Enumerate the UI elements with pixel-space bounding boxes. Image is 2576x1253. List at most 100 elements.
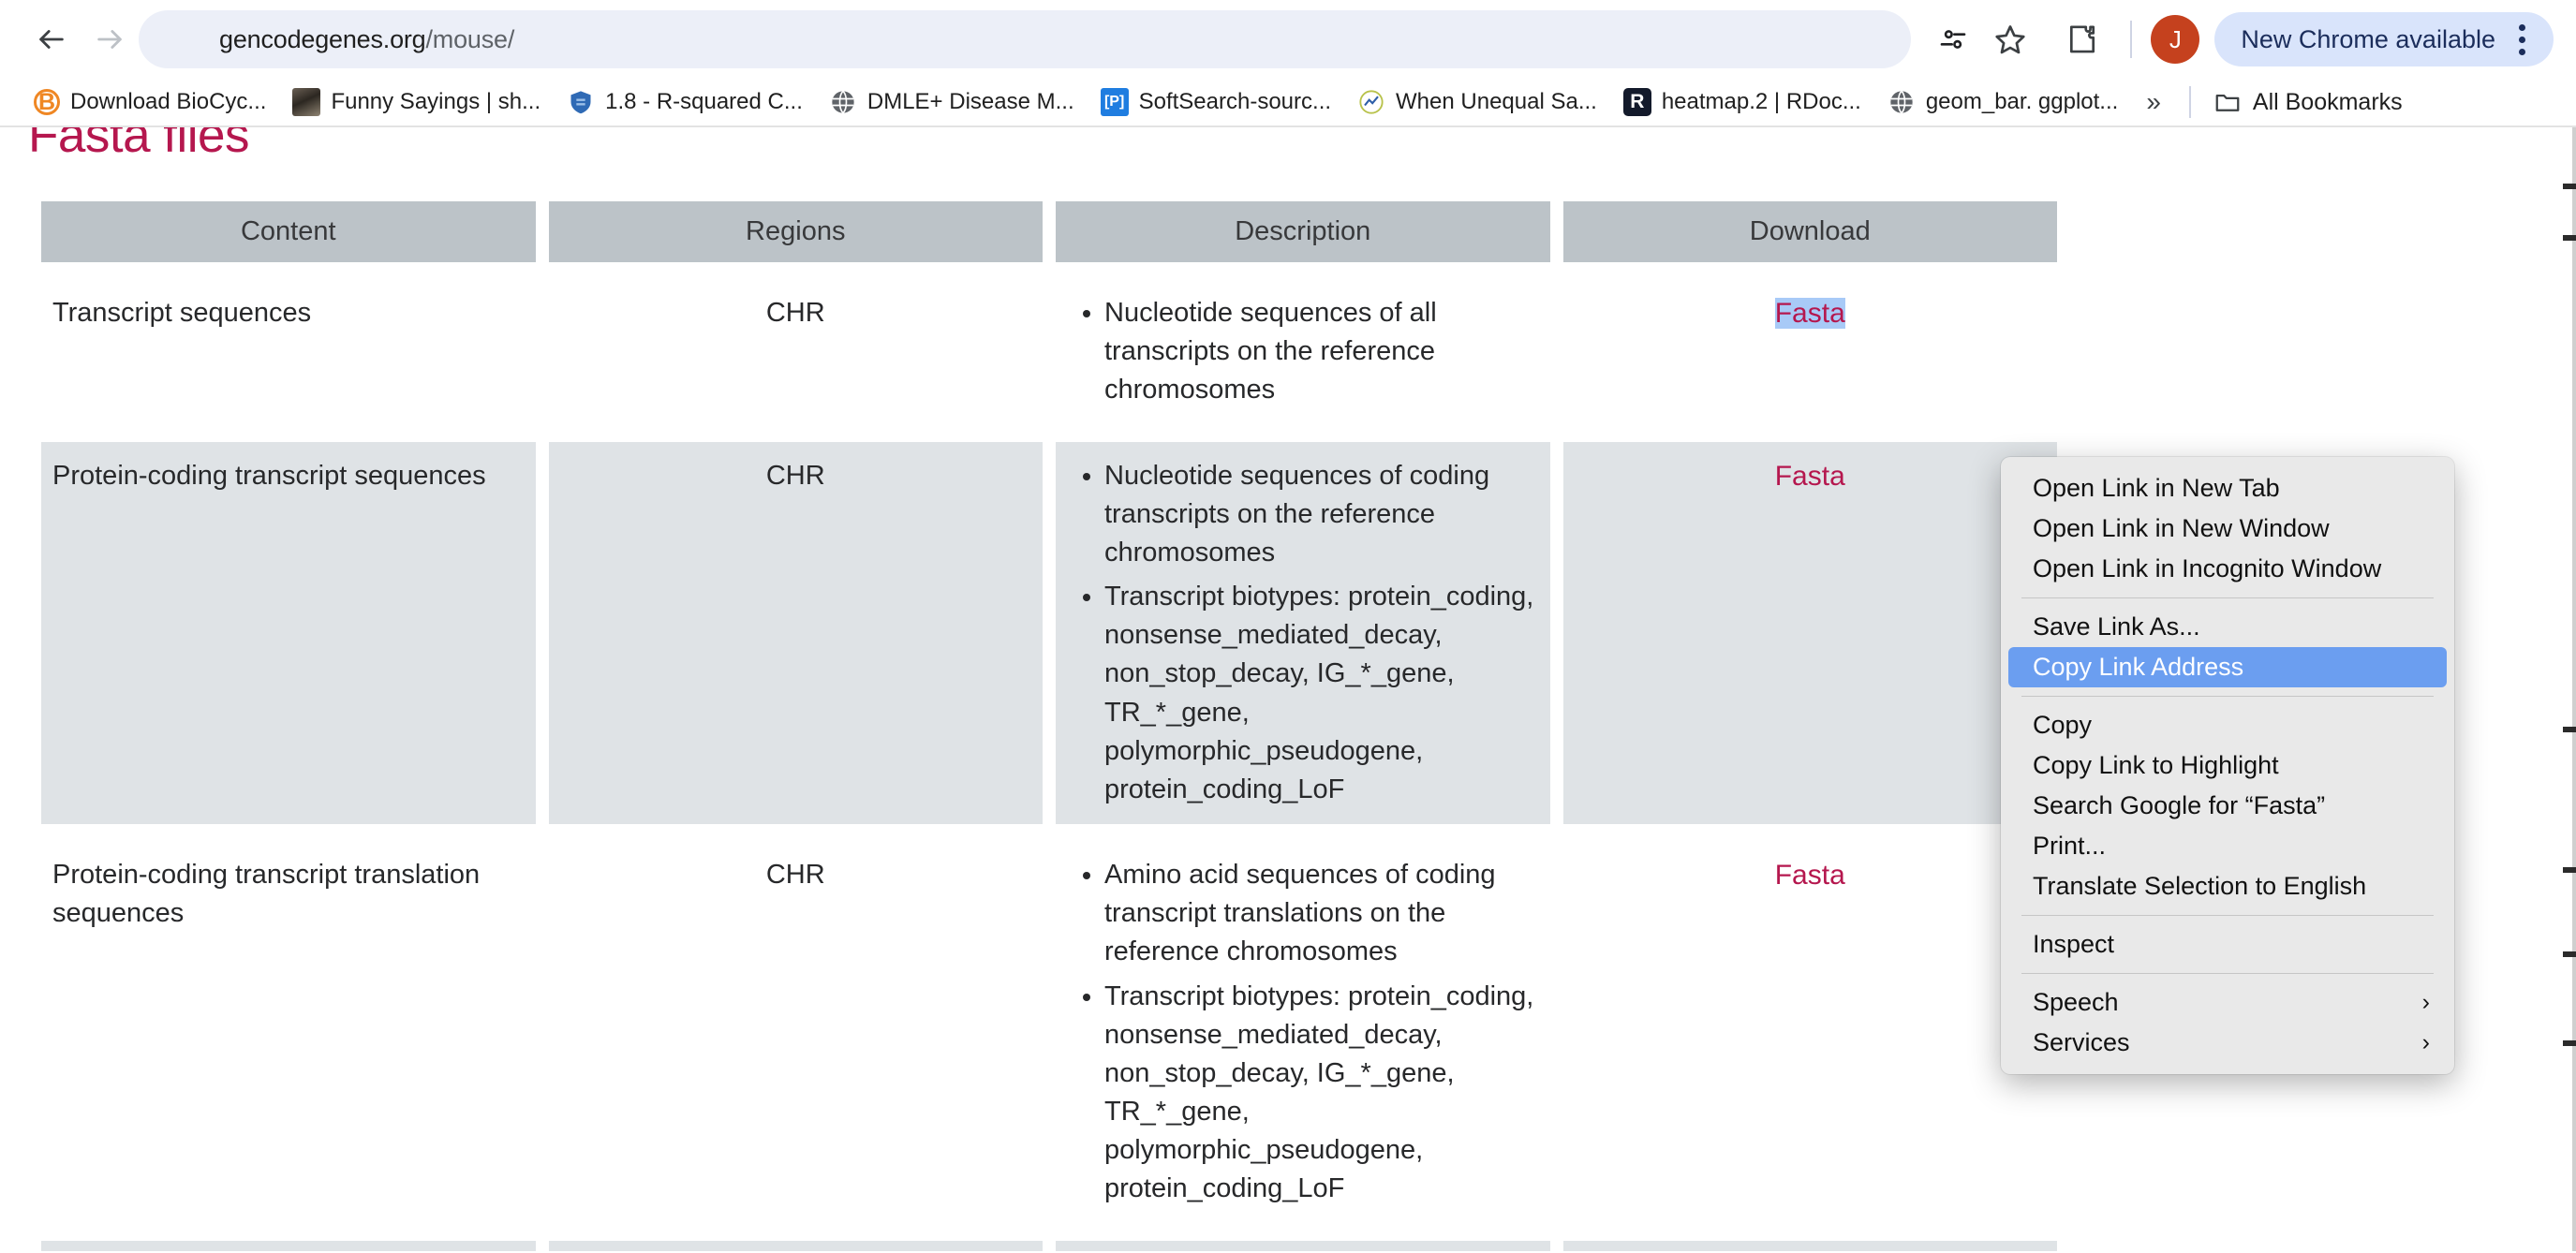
bookmark-label: heatmap.2 | RDoc... [1661,89,1861,114]
cell-regions: CHR [548,441,1043,825]
fasta-files-table: Content Regions Description Download Tra… [28,184,2070,1251]
toolbar-divider [2130,21,2133,58]
cell-description: Nucleotide sequences of coding transcrip… [1056,441,1550,825]
chrome-update-button[interactable]: New Chrome available [2214,12,2554,66]
profile-avatar[interactable]: J [2151,15,2200,64]
bookmark-label: Funny Sayings | sh... [331,89,541,114]
table-row: Transcript sequencesCHR Nucleotide sequen… [41,279,2057,425]
bookmarks-overflow-button[interactable]: » [2131,87,2176,117]
bookmark-star-button[interactable] [1982,11,2038,67]
context-menu-item[interactable]: Translate Selection to English [2008,866,2447,907]
find-match-tick [2563,235,2576,241]
cell-description: Nucleotide sequences of all transcripts … [1056,279,1550,425]
bookmarks-bar: B Download BioCyc... Funny Sayings | sh.… [0,79,2576,127]
back-arrow-icon [39,30,64,49]
context-menu-separator [2021,915,2434,916]
description-bullet: Transcript biotypes: protein_coding, non… [1104,578,1539,809]
cell-download: Fasta [1562,441,2057,825]
context-menu-separator [2021,597,2434,598]
context-menu-item[interactable]: Open Link in Incognito Window [2008,549,2447,589]
context-menu[interactable]: Open Link in New Tab Open Link in New Win… [2001,457,2454,1074]
cell-regions: CHR [548,279,1043,425]
bookmark-item-unequal-sample[interactable]: When Unequal Sa... [1344,84,1610,120]
chrome-menu-button[interactable] [2503,17,2540,62]
download-fasta-link[interactable]: Fasta [1775,860,1845,891]
context-menu-separator [2021,696,2434,697]
column-header-download: Download [1562,201,2057,262]
bookmark-item-softsearch[interactable]: [P] SoftSearch-sourc... [1088,84,1344,120]
shield-icon [567,88,595,116]
description-bullet: Amino acid sequences of coding transcrip… [1104,856,1539,972]
folder-icon [2213,88,2242,116]
bookmark-label: When Unequal Sa... [1396,89,1597,114]
bookmark-item-r-squared[interactable]: 1.8 - R-squared C... [554,84,816,120]
browser-toolbar: gencodegenes.org/mouse/ J New Chrome ava… [0,0,2576,79]
bookmark-item-heatmap2[interactable]: R heatmap.2 | RDoc... [1610,84,1874,120]
context-menu-item[interactable]: Open Link in New Tab [2008,468,2447,509]
table-row: Protein-coding transcript sequencesCHR Nu… [41,441,2057,825]
kebab-dot [2518,48,2525,55]
download-fasta-link[interactable]: Fasta [1775,461,1845,492]
bookmark-label: SoftSearch-sourc... [1138,89,1332,114]
find-match-tick [2563,951,2576,957]
bookmark-label: DMLE+ Disease M... [866,89,1074,114]
cell-content: Protein-coding transcript sequences [41,441,536,825]
description-list: Nucleotide sequences of coding transcrip… [1067,457,1539,810]
all-bookmarks-button[interactable]: All Bookmarks [2204,84,2412,120]
table-header-row: Content Regions Description Download [41,201,2057,262]
cell-description: Nucleotide sequences of long non-coding … [1056,1240,1550,1251]
tune-sliders-icon [1941,30,1966,49]
site-information-button[interactable] [1924,10,1983,68]
globe-icon-glyph [1890,90,1913,114]
find-in-page-scrollbar[interactable] [2563,127,2576,1251]
context-menu-item[interactable]: Save Link As... [2008,607,2447,647]
context-menu-item[interactable]: Copy Link to Highlight [2008,745,2447,786]
download-fasta-link[interactable]: Fasta [1774,298,1845,329]
find-match-tick [2563,184,2576,189]
globe-icon-glyph [832,90,854,114]
cell-content: Long non-coding RNA transcript sequences [41,1240,536,1251]
bookmark-label: 1.8 - R-squared C... [605,89,803,114]
browser-chrome: gencodegenes.org/mouse/ J New Chrome ava… [0,0,2576,127]
biocyc-icon: B [34,89,60,115]
context-menu-item[interactable]: Copy Link Address [2008,647,2447,687]
r-badge-icon: R [1622,88,1651,116]
context-menu-item[interactable]: Inspect [2008,924,2447,965]
table-body: Transcript sequencesCHRNucleotide sequen… [41,279,2057,1251]
context-menu-item-label: Open Link in New Tab [2033,474,2280,502]
address-bar[interactable]: gencodegenes.org/mouse/ [139,10,1912,68]
extensions-button[interactable] [2053,10,2111,68]
forward-button[interactable] [81,10,139,68]
bookmark-item-biocyc[interactable]: B Download BioCyc... [21,85,279,119]
chart-circle-icon [1357,88,1385,116]
context-menu-item[interactable]: Speech › [2008,982,2447,1023]
context-menu-item[interactable]: Open Link in New Window [2008,509,2447,549]
chrome-update-label: New Chrome available [2241,24,2495,53]
context-menu-item[interactable]: Copy [2008,705,2447,745]
context-menu-item-label: Copy [2033,711,2093,739]
shield-icon-glyph [570,91,591,114]
p-badge-icon: [P] [1100,88,1129,116]
bookmark-label: Download BioCyc... [70,89,267,114]
back-button[interactable] [22,10,81,68]
column-header-description: Description [1056,201,1550,262]
globe-icon [1888,88,1916,116]
bookmark-item-dmle[interactable]: DMLE+ Disease M... [816,84,1088,120]
puzzle-piece-icon [2070,25,2095,53]
bookmark-item-funny-sayings[interactable]: Funny Sayings | sh... [279,84,554,120]
cell-regions: CHR [548,1240,1043,1251]
cell-download: Fasta [1562,841,2057,1224]
column-header-regions: Regions [548,201,1043,262]
context-menu-item-label: Copy Link Address [2033,653,2244,681]
context-menu-item-label: Speech [2033,988,2119,1016]
context-menu-item[interactable]: Services › [2008,1023,2447,1063]
context-menu-item-label: Inspect [2033,930,2115,958]
description-bullet: Transcript biotypes: protein_coding, non… [1104,978,1539,1209]
cell-content: Transcript sequences [41,279,536,425]
find-match-tick [2563,727,2576,732]
table-row: Long non-coding RNA transcript sequences… [41,1240,2057,1251]
context-menu-item[interactable]: Search Google for “Fasta” [2008,786,2447,826]
bookmark-item-geom-bar[interactable]: geom_bar. ggplot... [1874,84,2131,120]
context-menu-item-label: Search Google for “Fasta” [2033,791,2326,819]
context-menu-item[interactable]: Print... [2008,826,2447,866]
